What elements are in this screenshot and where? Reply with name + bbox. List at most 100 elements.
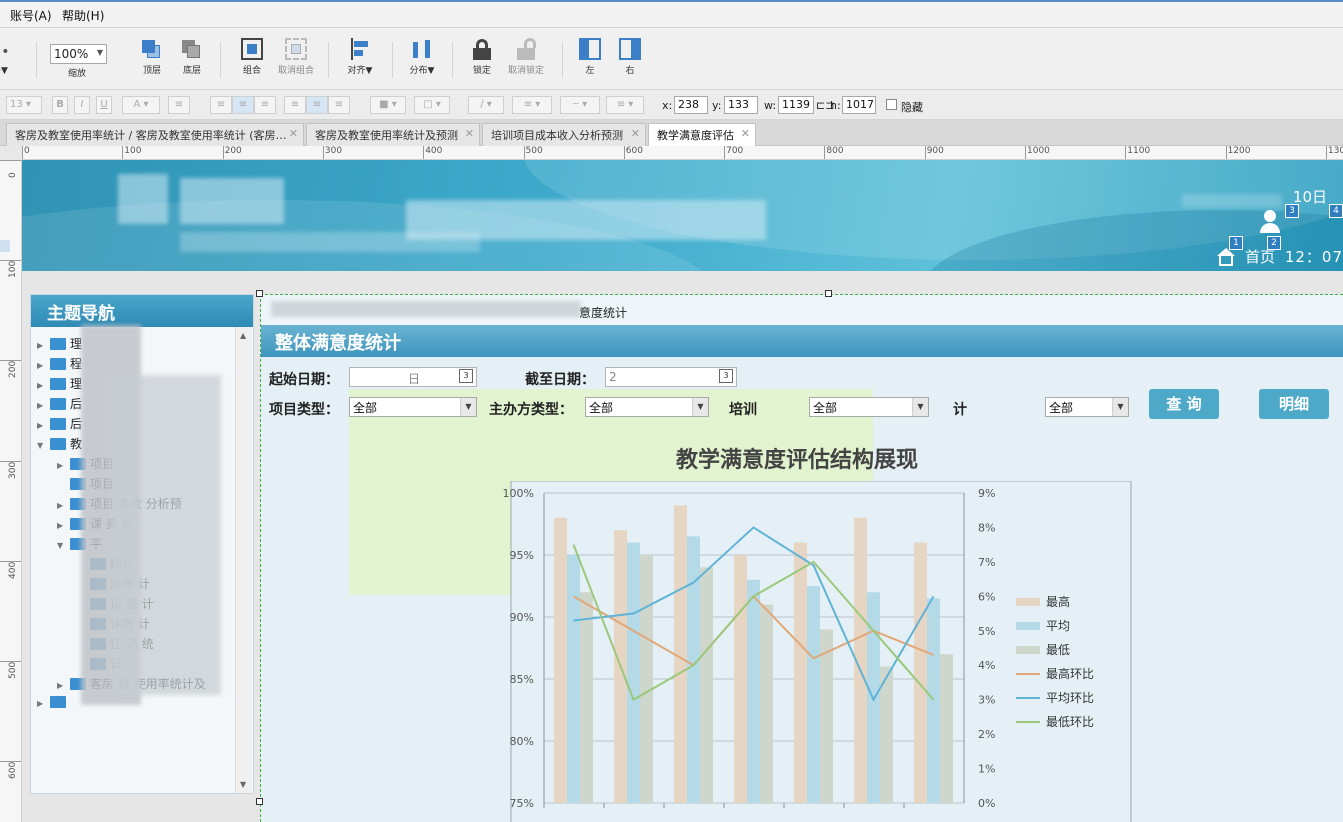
design-canvas[interactable]: 10日 3 4 1 2 首页 12：07 主题导航 ▲ ▼ ▶ 理 ▶ 程 ▶ 理 ▶ 后 ▶ 后… <box>22 160 1343 822</box>
more-button[interactable]: •• 多▼ <box>0 38 18 76</box>
chevron-down-icon[interactable]: ▼ <box>57 541 67 550</box>
project-type-label: 项目类型： <box>269 402 339 418</box>
sidebar-item[interactable]: ▶ <box>37 695 70 709</box>
list-button[interactable]: ≡ <box>168 96 190 114</box>
training-select[interactable]: 全部 ▼ <box>809 397 929 417</box>
end-date-input[interactable]: 2 3 <box>605 367 737 387</box>
ruler-tick: 400 <box>425 146 443 156</box>
resize-handle[interactable] <box>256 290 263 297</box>
sidebar-item[interactable]: ▶ 理 <box>37 375 82 392</box>
sidebar-item[interactable]: ▶ 后 <box>37 395 82 412</box>
send-to-bottom-button[interactable]: 底层 <box>166 38 218 76</box>
chevron-right-icon[interactable]: ▶ <box>37 401 47 410</box>
resize-handle[interactable] <box>825 290 832 297</box>
calendar-icon[interactable]: 3 <box>719 369 733 383</box>
chevron-right-icon[interactable]: ▶ <box>37 699 47 708</box>
ruler-tick: 900 <box>926 146 944 156</box>
sidebar-item[interactable]: ▶ 理 <box>37 335 82 352</box>
italic-button[interactable]: I <box>74 96 90 114</box>
project-type-select[interactable]: 全部 ▼ <box>349 397 477 417</box>
font-size-select[interactable]: 13 ▾ <box>6 96 42 114</box>
x-input[interactable]: 238 <box>674 96 708 114</box>
font-color-button[interactable]: A ▾ <box>122 96 160 114</box>
calendar-icon[interactable]: 3 <box>459 369 473 383</box>
bar-平均 <box>927 598 940 803</box>
hide-checkbox[interactable] <box>886 99 897 110</box>
valign-bottom-button[interactable]: ≡ <box>328 96 350 114</box>
tab-room-usage[interactable]: 客房及教室使用率统计 / 客房及教室使用率统计 (客房… ✕ <box>6 123 304 146</box>
y-right-tick-label: 5% <box>978 625 995 638</box>
folder-icon <box>50 358 66 370</box>
detail-button[interactable]: 明细 <box>1259 389 1329 419</box>
w-input[interactable]: 1139 <box>778 96 814 114</box>
line-color-button[interactable]: ∕ ▾ <box>468 96 504 114</box>
align-button[interactable]: 对齐▼ <box>334 38 386 76</box>
legend-swatch-最高 <box>1016 598 1040 606</box>
shadow-button[interactable]: □ ▾ <box>414 96 450 114</box>
line-style-button[interactable]: ┄ ▾ <box>560 96 600 114</box>
align-left-button[interactable]: ≡ <box>210 96 232 114</box>
fill-color-button[interactable]: ■ ▾ <box>370 96 406 114</box>
tab-satisfaction[interactable]: 教学满意度评估 ✕ <box>648 123 756 146</box>
close-icon[interactable]: ✕ <box>289 127 298 140</box>
chevron-right-icon[interactable]: ▶ <box>57 521 67 530</box>
resize-handle[interactable] <box>256 798 263 805</box>
y-input[interactable]: 133 <box>724 96 758 114</box>
y-label: y: <box>712 99 722 112</box>
home-icon[interactable] <box>1215 248 1235 266</box>
chevron-down-icon: ▼ <box>692 398 708 416</box>
y-right-tick-label: 1% <box>978 763 995 776</box>
close-icon[interactable]: ✕ <box>465 127 474 140</box>
close-icon[interactable]: ✕ <box>631 127 640 140</box>
plan-select[interactable]: 全部 ▼ <box>1045 397 1129 417</box>
zoom-select[interactable]: 100% ▼ <box>50 44 107 64</box>
menu-help[interactable]: 帮助(H) <box>62 7 104 24</box>
valign-middle-button[interactable]: ≡ <box>306 96 328 114</box>
chevron-right-icon[interactable]: ▶ <box>57 461 67 470</box>
align-right-button[interactable]: ≡ <box>254 96 276 114</box>
chevron-down-icon[interactable]: ▼ <box>37 441 47 450</box>
sidebar-item[interactable]: ▶ 后 <box>37 415 82 432</box>
valign-top-button[interactable]: ≡ <box>284 96 306 114</box>
start-date-input[interactable]: 日 3 <box>349 367 477 387</box>
distribute-button[interactable]: 分布▼ <box>396 38 448 76</box>
end-date-label: 截至日期： <box>525 372 595 388</box>
close-icon[interactable]: ✕ <box>741 127 750 140</box>
training-label: 培训 <box>729 402 757 418</box>
sidebar-item[interactable]: ▼ 教 <box>37 435 82 452</box>
menu-account[interactable]: 账号(A) <box>10 7 52 24</box>
arrow-style-button[interactable]: ≡ ▾ <box>606 96 644 114</box>
legend-label: 最高环比 <box>1046 666 1094 681</box>
ruler-tick: 0 <box>8 172 18 178</box>
h-input[interactable]: 1017 <box>842 96 876 114</box>
chevron-right-icon[interactable]: ▶ <box>57 501 67 510</box>
user-icon[interactable] <box>1259 210 1281 234</box>
sidebar-scrollbar[interactable]: ▲ ▼ <box>235 327 252 793</box>
zoom-label: 缩放 <box>68 69 87 79</box>
chevron-right-icon[interactable]: ▶ <box>37 361 47 370</box>
sidebar-item[interactable]: ▶ 程 <box>37 355 82 372</box>
chevron-right-icon[interactable]: ▶ <box>37 381 47 390</box>
query-button[interactable]: 查 询 <box>1149 389 1219 419</box>
more-icon: •• <box>0 44 10 60</box>
badge-1: 1 <box>1229 236 1243 250</box>
horizontal-ruler: 0 100 200 300 400 500 600 700 800 900 1000 1100 1200… <box>22 146 1343 160</box>
tab-room-usage-forecast[interactable]: 客房及教室使用率统计及预测 ✕ <box>306 123 480 146</box>
chevron-right-icon[interactable]: ▶ <box>37 421 47 430</box>
report-panel: 意度统计 整体满意度统计 起始日期： 日 3 截至日期： 2 3 项目类型： 全… <box>260 294 1343 822</box>
underline-button[interactable]: U <box>96 96 112 114</box>
home-link[interactable]: 首页 <box>1245 246 1275 267</box>
y-left-tick-label: 80% <box>510 735 534 748</box>
tab-cost-revenue[interactable]: 培训项目成本收入分析预测 ✕ <box>482 123 646 146</box>
unlock-button[interactable]: 取消锁定 <box>500 38 552 76</box>
chevron-right-icon[interactable]: ▶ <box>37 341 47 350</box>
main-toolbar: •• 多▼ 顶层 底层 组合 取消组合 对齐▼ 分布▼ 锁定 取消锁定 左 <box>0 28 1343 90</box>
bold-button[interactable]: B <box>52 96 68 114</box>
organizer-type-select[interactable]: 全部 ▼ <box>585 397 709 417</box>
ungroup-button[interactable]: 取消组合 <box>270 38 322 76</box>
chevron-right-icon[interactable]: ▶ <box>57 681 67 690</box>
right-button[interactable]: 右 <box>604 38 656 76</box>
legend-label: 最低 <box>1046 643 1070 657</box>
line-width-button[interactable]: ≡ ▾ <box>512 96 552 114</box>
align-center-button[interactable]: ≡ <box>232 96 254 114</box>
